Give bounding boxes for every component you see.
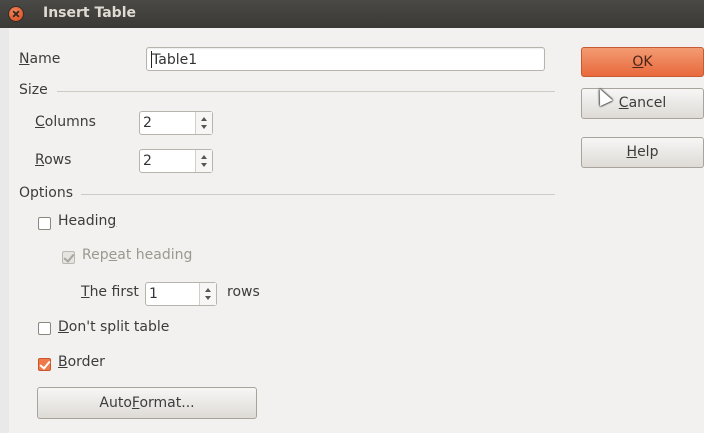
the-first-label: The first xyxy=(81,284,139,300)
name-value: Table1 xyxy=(152,52,198,68)
repeat-heading-checkbox[interactable] xyxy=(62,251,75,264)
spin-down-icon[interactable] xyxy=(205,296,211,300)
rows-value: 2 xyxy=(143,153,152,169)
spin-up-icon[interactable] xyxy=(201,155,207,159)
columns-value: 2 xyxy=(143,115,152,131)
options-divider xyxy=(81,194,555,195)
heading-label[interactable]: Heading xyxy=(58,213,116,229)
title-bar: Insert Table xyxy=(0,0,704,28)
heading-checkbox[interactable] xyxy=(38,217,51,230)
the-first-spinbox[interactable]: 1 xyxy=(145,282,217,306)
ok-button[interactable]: OK xyxy=(581,47,704,77)
border-label[interactable]: Border xyxy=(58,354,105,370)
dont-split-table-label[interactable]: Don't split table xyxy=(58,319,169,335)
spin-down-icon[interactable] xyxy=(201,163,207,167)
name-input[interactable]: Table1 xyxy=(146,47,545,71)
rows-spin-arrows[interactable] xyxy=(195,150,212,172)
spin-down-icon[interactable] xyxy=(201,125,207,129)
close-icon[interactable] xyxy=(9,7,23,21)
columns-spinbox[interactable]: 2 xyxy=(139,111,213,135)
repeat-heading-label[interactable]: Repeat heading xyxy=(82,247,192,263)
size-divider xyxy=(57,91,555,92)
columns-label: Columns xyxy=(35,114,96,130)
name-label: Name xyxy=(19,51,61,67)
spin-up-icon[interactable] xyxy=(201,117,207,121)
size-section-label: Size xyxy=(19,82,48,98)
the-first-value: 1 xyxy=(149,286,158,302)
columns-spin-arrows[interactable] xyxy=(195,112,212,134)
rows-suffix-label: rows xyxy=(227,284,260,300)
text-caret xyxy=(151,51,152,68)
dont-split-table-checkbox[interactable] xyxy=(38,322,51,335)
the-first-spin-arrows[interactable] xyxy=(199,283,216,305)
rows-label: Rows xyxy=(35,152,72,168)
options-section-label: Options xyxy=(19,185,74,201)
autoformat-button[interactable]: AutoFormat... xyxy=(37,387,257,419)
border-checkbox[interactable] xyxy=(38,358,51,371)
spin-up-icon[interactable] xyxy=(205,288,211,292)
rows-spinbox[interactable]: 2 xyxy=(139,149,213,173)
help-button[interactable]: Help xyxy=(581,137,704,168)
window-title: Insert Table xyxy=(43,5,136,21)
